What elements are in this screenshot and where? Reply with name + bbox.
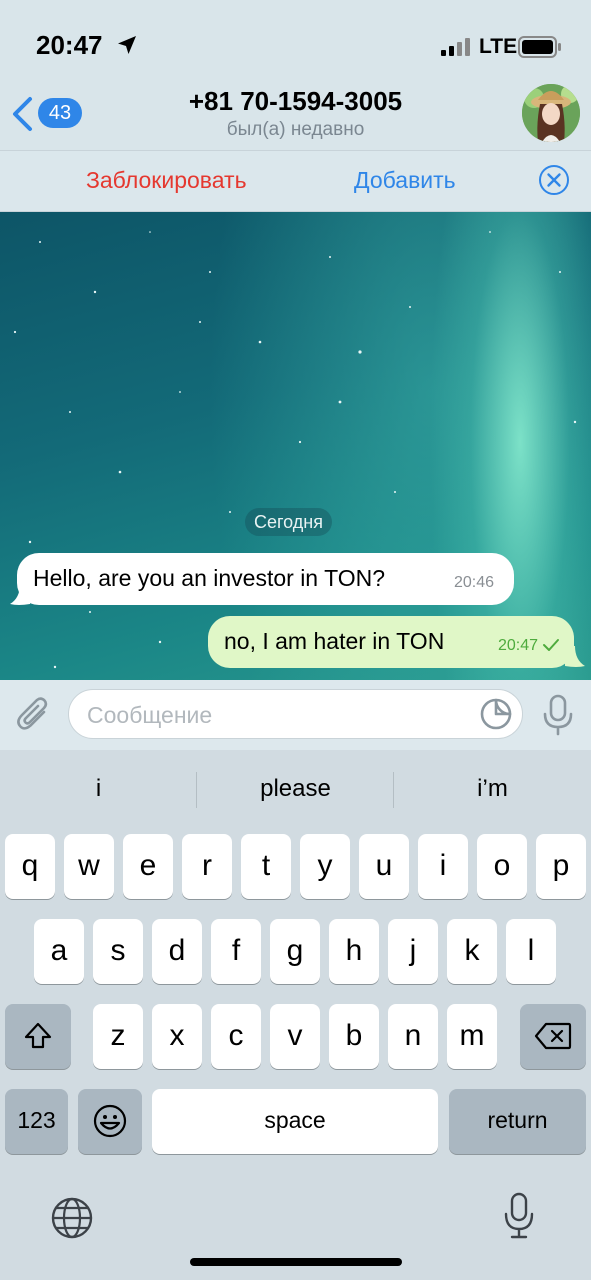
key-v[interactable]: v (270, 1004, 320, 1069)
check-icon (543, 639, 559, 651)
battery-icon (518, 36, 561, 58)
message-time: 20:46 (453, 574, 494, 591)
key-z[interactable]: z (93, 1004, 143, 1069)
suggestion-item[interactable]: please (197, 766, 394, 812)
key-m[interactable]: m (447, 1004, 497, 1069)
paperclip-icon[interactable] (16, 696, 52, 734)
key-w[interactable]: w (64, 834, 114, 899)
message-bubble-incoming[interactable]: Hello, are you an investor in TON? 20:46 (17, 553, 514, 605)
signal-icon (441, 38, 470, 56)
shift-key[interactable] (5, 1004, 71, 1069)
last-seen-status: был(а) недавно (226, 119, 365, 140)
message-bubble-outgoing[interactable]: no, I am hater in TON 20:47 (208, 616, 574, 668)
key-y[interactable]: y (300, 834, 350, 899)
message-time: 20:47 (497, 637, 538, 654)
key-b[interactable]: b (329, 1004, 379, 1069)
home-indicator (190, 1258, 402, 1266)
key-p[interactable]: p (536, 834, 586, 899)
keyboard: i please i’m q w e r t y u i o p a s d f… (0, 750, 591, 1280)
key-l[interactable]: l (506, 919, 556, 984)
backspace-key[interactable] (520, 1004, 586, 1069)
suggestion-item[interactable]: i’m (394, 766, 591, 812)
emoji-icon (93, 1104, 127, 1138)
avatar-image (522, 84, 580, 142)
microphone-icon[interactable] (542, 694, 574, 736)
key-q[interactable]: q (5, 834, 55, 899)
key-t[interactable]: t (241, 834, 291, 899)
suggestion-bar: i please i’m (0, 766, 591, 812)
globe-icon[interactable] (50, 1196, 94, 1240)
key-o[interactable]: o (477, 834, 527, 899)
dictation-mic-icon[interactable] (503, 1192, 535, 1240)
status-time: 20:47 (36, 30, 103, 60)
message-input[interactable] (87, 700, 467, 730)
key-i[interactable]: i (418, 834, 468, 899)
network-type: LTE (479, 35, 518, 58)
wallpaper-stars (13, 231, 577, 669)
key-x[interactable]: x (152, 1004, 202, 1069)
key-k[interactable]: k (447, 919, 497, 984)
key-s[interactable]: s (93, 919, 143, 984)
sticker-icon[interactable] (479, 697, 513, 731)
date-separator: Сегодня (245, 508, 332, 536)
key-g[interactable]: g (270, 919, 320, 984)
key-a[interactable]: a (34, 919, 84, 984)
message-input-box[interactable] (68, 689, 523, 739)
shift-icon (24, 1022, 52, 1049)
emoji-key[interactable] (78, 1089, 142, 1154)
key-h[interactable]: h (329, 919, 379, 984)
message-text: no, I am hater in TON (224, 628, 445, 654)
chat-area[interactable]: Сегодня Hello, are you an investor in TO… (0, 212, 591, 680)
key-e[interactable]: e (123, 834, 173, 899)
chat-title[interactable]: +81 70-1594-3005 (0, 86, 591, 117)
close-circle-icon[interactable] (538, 164, 570, 196)
space-key[interactable]: space (152, 1089, 438, 1154)
block-button[interactable]: Заблокировать (86, 167, 247, 194)
contact-action-bar: Заблокировать Добавить (0, 150, 591, 212)
backspace-icon (534, 1022, 572, 1050)
message-composer (0, 680, 591, 750)
location-arrow-icon (118, 36, 136, 54)
key-n[interactable]: n (388, 1004, 438, 1069)
key-f[interactable]: f (211, 919, 261, 984)
suggestion-item[interactable]: i (0, 766, 197, 812)
top-bar: 20:47 LTE 43 +81 70-1594-3005 был(а) нед… (0, 0, 591, 150)
key-j[interactable]: j (388, 919, 438, 984)
message-text: Hello, are you an investor in TON? (33, 565, 385, 591)
add-contact-button[interactable]: Добавить (354, 167, 456, 194)
key-c[interactable]: c (211, 1004, 261, 1069)
return-key[interactable]: return (449, 1089, 586, 1154)
numbers-key[interactable]: 123 (5, 1089, 68, 1154)
avatar[interactable] (522, 84, 580, 142)
key-u[interactable]: u (359, 834, 409, 899)
key-r[interactable]: r (182, 834, 232, 899)
key-d[interactable]: d (152, 919, 202, 984)
